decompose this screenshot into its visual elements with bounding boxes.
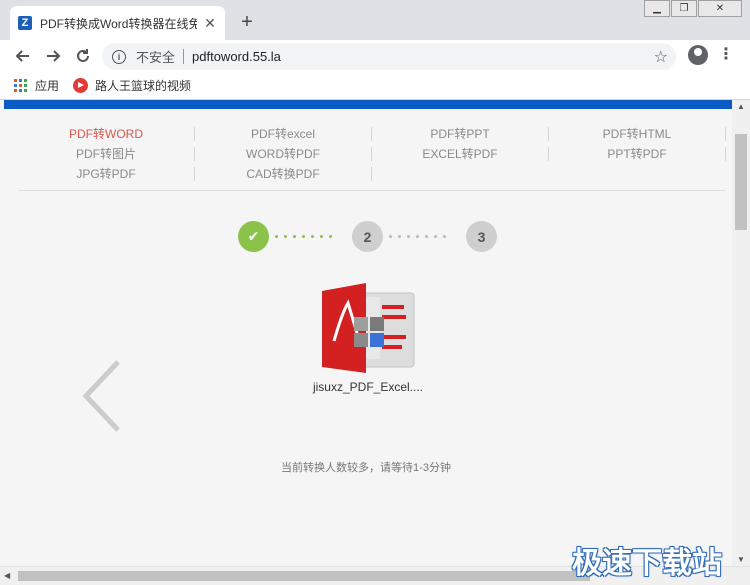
bookmark-label: 应用 xyxy=(35,79,60,93)
video-icon xyxy=(73,78,89,93)
scroll-thumb[interactable] xyxy=(18,571,590,581)
nav-row: PDF转图片 WORD转PDF EXCEL转PDF PPT转PDF xyxy=(18,144,726,164)
nav-pdf-to-excel[interactable]: PDF转excel xyxy=(195,127,372,141)
minimize-button[interactable]: ▁ xyxy=(644,0,670,17)
step-connector-pending xyxy=(389,235,452,239)
nav-ppt-to-pdf[interactable]: PPT转PDF xyxy=(549,147,726,161)
address-bar[interactable]: i 不安全 pdftoword.55.la ☆ xyxy=(102,43,676,70)
divider xyxy=(183,49,185,64)
nav-row: PDF转WORD PDF转excel PDF转PPT PDF转HTML xyxy=(18,124,726,144)
nav-empty-cell xyxy=(372,167,549,181)
file-name: jisuxz_PDF_Excel.... xyxy=(312,380,424,394)
info-icon[interactable]: i xyxy=(112,49,126,64)
nav-excel-to-pdf[interactable]: EXCEL转PDF xyxy=(372,147,549,161)
tab-title: PDF转换成Word转换器在线免费 xyxy=(40,16,197,31)
step-1-check-icon: ✔ xyxy=(238,221,269,252)
divider xyxy=(18,190,726,191)
header-bar xyxy=(4,100,732,109)
vertical-scrollbar[interactable]: ▲ ▼ xyxy=(732,100,750,566)
browser-tab[interactable]: Z PDF转换成Word转换器在线免费 ✕ xyxy=(10,6,225,40)
nav-cad-to-pdf[interactable]: CAD转换PDF xyxy=(195,167,372,181)
scroll-left-icon[interactable]: ◀ xyxy=(4,571,10,580)
previous-arrow-icon[interactable] xyxy=(80,358,124,434)
window-close-button[interactable]: ✕ xyxy=(698,0,742,17)
bookmark-apps[interactable]: 应用 xyxy=(14,77,59,94)
step-2: 2 xyxy=(352,221,383,252)
back-arrow-icon xyxy=(15,50,29,62)
bookmark-star-icon[interactable]: ☆ xyxy=(654,47,668,67)
reload-button[interactable] xyxy=(68,41,98,71)
step-3: 3 xyxy=(466,221,497,252)
step-connector-done xyxy=(275,235,338,239)
menu-icon[interactable]: ⋮ xyxy=(718,44,734,66)
tab-close-icon[interactable]: ✕ xyxy=(203,15,217,32)
forward-arrow-icon xyxy=(47,50,61,62)
reload-icon xyxy=(77,49,89,62)
nav-pdf-to-word[interactable]: PDF转WORD xyxy=(18,127,195,141)
bookmark-video[interactable]: 路人王篮球的视频 xyxy=(73,77,191,94)
tab-strip: Z PDF转换成Word转换器在线免费 ✕ + ▁ ❐ ✕ xyxy=(0,0,750,40)
url-text[interactable]: pdftoword.55.la xyxy=(192,49,281,64)
nav-pdf-to-html[interactable]: PDF转HTML xyxy=(549,127,726,141)
bookmarks-bar: 应用 路人王篮球的视频 xyxy=(0,72,750,100)
conversion-nav: PDF转WORD PDF转excel PDF转PPT PDF转HTML PDF转… xyxy=(18,124,726,184)
nav-pdf-to-image[interactable]: PDF转图片 xyxy=(18,147,195,161)
apps-grid-icon xyxy=(14,79,27,92)
site-favicon-icon: Z xyxy=(18,16,32,30)
scroll-down-icon[interactable]: ▼ xyxy=(737,555,745,564)
scroll-thumb[interactable] xyxy=(735,134,747,230)
nav-pdf-to-ppt[interactable]: PDF转PPT xyxy=(372,127,549,141)
nav-row: JPG转PDF CAD转换PDF xyxy=(18,164,726,184)
progress-steps: ✔ 2 3 xyxy=(238,221,498,253)
window-controls: ▁ ❐ ✕ xyxy=(643,0,742,17)
security-label: 不安全 xyxy=(136,50,176,65)
browser-toolbar: i 不安全 pdftoword.55.la ☆ xyxy=(0,40,750,72)
pdf-file-icon xyxy=(322,283,415,373)
nav-jpg-to-pdf[interactable]: JPG转PDF xyxy=(18,167,195,181)
back-button[interactable] xyxy=(8,41,38,71)
page-content: PDF转WORD PDF转excel PDF转PPT PDF转HTML PDF转… xyxy=(0,100,732,566)
bookmark-label: 路人王篮球的视频 xyxy=(95,79,192,93)
scroll-up-icon[interactable]: ▲ xyxy=(737,102,745,111)
status-message: 当前转换人数较多，请等待1-3分钟 xyxy=(281,462,451,474)
account-icon[interactable] xyxy=(688,45,708,65)
watermark-text: 极速下载站 xyxy=(572,546,722,581)
forward-button[interactable] xyxy=(38,41,68,71)
restore-button[interactable]: ❐ xyxy=(671,0,697,17)
new-tab-button[interactable]: + xyxy=(236,11,258,33)
nav-word-to-pdf[interactable]: WORD转PDF xyxy=(195,147,372,161)
